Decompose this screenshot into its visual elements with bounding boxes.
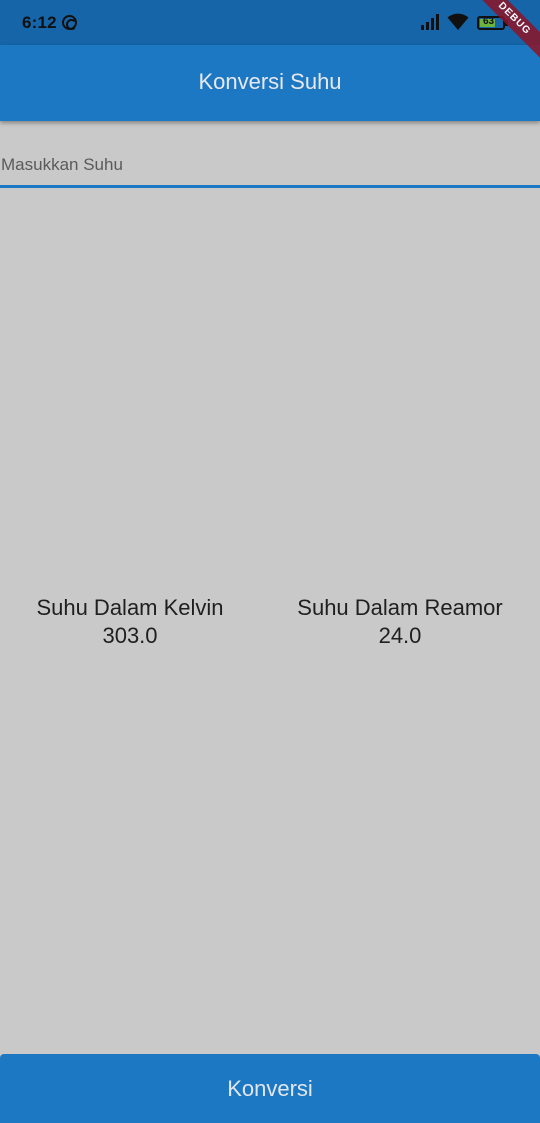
app-screen: 6:12 63 DEBUG Konversi Suhu Suhu Dalam K…	[0, 0, 540, 1123]
reamur-label: Suhu Dalam Reamor	[297, 595, 503, 620]
sync-icon	[62, 15, 77, 30]
kelvin-value: 303.0	[102, 623, 158, 648]
temperature-input-container	[0, 121, 540, 188]
reamur-value: 24.0	[378, 623, 422, 648]
kelvin-label: Suhu Dalam Kelvin	[36, 595, 224, 620]
reamur-result: Suhu Dalam Reamor 24.0	[265, 594, 535, 650]
kelvin-result: Suhu Dalam Kelvin 303.0	[0, 594, 265, 650]
wifi-icon	[447, 13, 469, 30]
convert-button[interactable]: Konversi	[0, 1054, 540, 1123]
battery-text: 63	[483, 16, 495, 27]
page-title: Konversi Suhu	[198, 69, 342, 94]
signal-icon	[421, 14, 439, 30]
status-time: 6:12	[22, 13, 57, 32]
status-bar: 6:12 63	[0, 0, 540, 45]
app-bar: Konversi Suhu	[0, 45, 540, 121]
input-underline	[0, 185, 540, 188]
temperature-input[interactable]	[0, 121, 540, 185]
